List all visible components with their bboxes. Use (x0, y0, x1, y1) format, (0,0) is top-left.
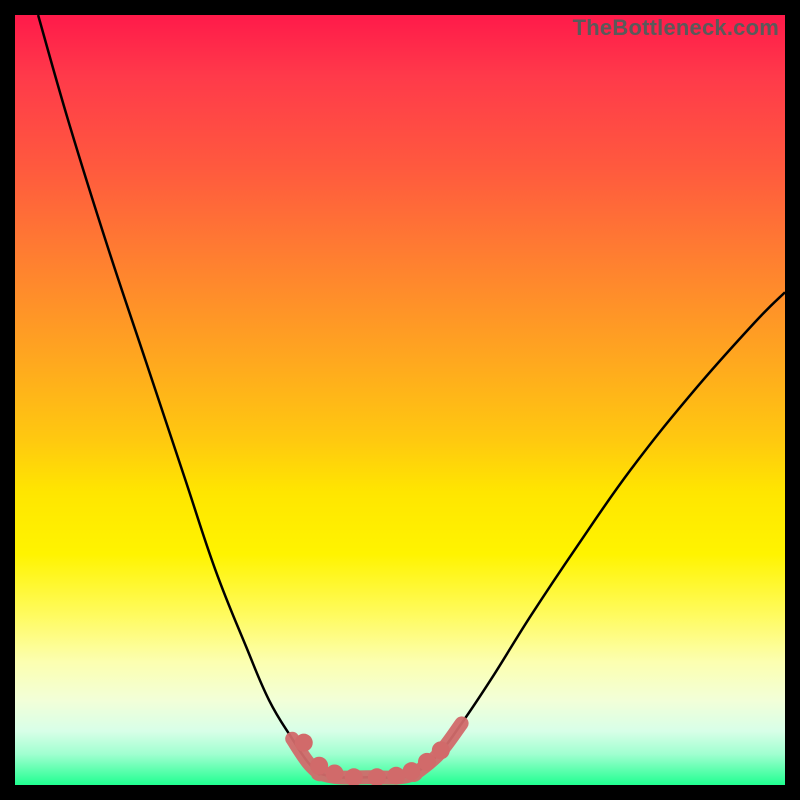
marker-dot (403, 762, 421, 780)
marker-dot (295, 734, 313, 752)
marker-dot (387, 767, 405, 785)
marker-dot (418, 753, 436, 771)
marker-dot (310, 757, 328, 775)
marker-dot (326, 764, 344, 782)
curve-layer (15, 15, 785, 785)
bottleneck-curve (38, 15, 785, 778)
plot-area: TheBottleneck.com (15, 15, 785, 785)
chart-frame: TheBottleneck.com (0, 0, 800, 800)
marker-dot (432, 741, 450, 759)
curve-paths (38, 15, 785, 778)
